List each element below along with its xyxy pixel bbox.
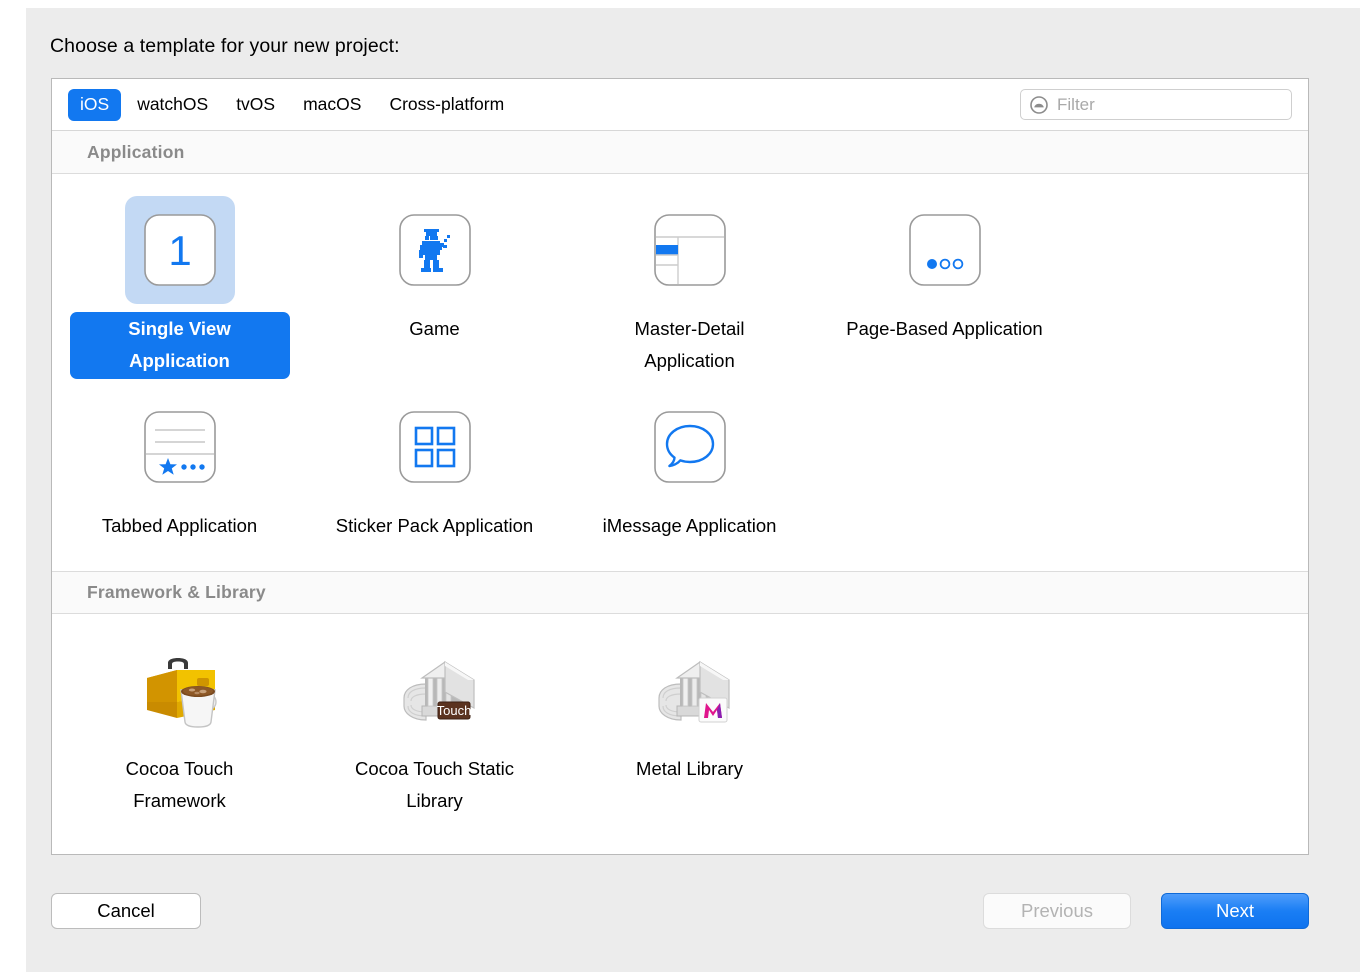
template-icon-wrap — [125, 393, 235, 501]
library-metal-icon — [657, 661, 730, 723]
tab-tvos[interactable]: tvOS — [224, 89, 287, 121]
tab-macos[interactable]: macOS — [291, 89, 373, 121]
template-icon-wrap: 1 — [124, 196, 235, 304]
tab-cross-platform[interactable]: Cross-platform — [377, 89, 516, 121]
template-browser: iOS watchOS tvOS macOS Cross-platform Fi… — [51, 78, 1309, 855]
tab-ios[interactable]: iOS — [68, 89, 122, 121]
template-label: Tabbed Application — [101, 514, 258, 536]
template-label: Single View Application — [69, 312, 290, 379]
section-header-label: Application — [87, 141, 185, 162]
template-page-based-application[interactable]: Page-Based Application — [817, 186, 1072, 383]
platform-tabs: iOS watchOS tvOS macOS Cross-platform — [68, 79, 516, 131]
section-header-application: Application — [52, 131, 1308, 174]
page-based-icon — [908, 214, 981, 286]
template-icon-wrap — [635, 196, 745, 304]
template-label: Game — [409, 318, 460, 339]
template-label: Metal Library — [636, 758, 743, 780]
page-title: Choose a template for your new project: — [50, 35, 400, 57]
template-icon-wrap — [380, 196, 490, 304]
imessage-icon — [653, 410, 726, 483]
template-cocoa-touch-static-library[interactable]: Touch Cocoa Touch Static Library — [307, 626, 562, 823]
svg-text:1: 1 — [168, 227, 191, 274]
framework-template-grid: Cocoa Touch Framework Touch Cocoa Touch … — [52, 614, 1308, 847]
new-project-template-dialog: Choose a template for your new project: … — [26, 8, 1360, 972]
template-label: Page-Based Application — [846, 318, 1043, 339]
filter-icon — [1030, 95, 1048, 114]
template-icon-wrap — [635, 636, 745, 744]
section-header-framework-library: Framework & Library — [52, 571, 1308, 615]
single-view-icon: 1 — [143, 214, 216, 286]
template-metal-library[interactable]: Metal Library — [562, 626, 817, 823]
template-icon-wrap — [125, 636, 235, 744]
game-robot-icon — [398, 214, 471, 286]
template-label: Cocoa Touch Static Library — [354, 758, 515, 812]
sticker-pack-icon — [398, 410, 471, 483]
template-icon-wrap: Touch — [380, 636, 490, 744]
template-sticker-pack-application[interactable]: Sticker Pack Application — [307, 383, 562, 548]
template-icon-wrap — [380, 393, 490, 501]
master-detail-icon — [653, 214, 726, 286]
platform-tabbar: iOS watchOS tvOS macOS Cross-platform Fi… — [52, 79, 1308, 131]
library-badge-text: Touch — [436, 703, 471, 718]
filter-placeholder: Filter — [1057, 95, 1095, 114]
grid-spacer — [817, 626, 1072, 823]
toolbox-coffee-icon — [146, 658, 217, 729]
template-label: Master-Detail Application — [634, 318, 745, 371]
next-button[interactable]: Next — [1161, 893, 1309, 929]
previous-button[interactable]: Previous — [983, 893, 1131, 929]
template-single-view-application[interactable]: 1 Single View Application — [52, 186, 307, 383]
template-master-detail-application[interactable]: Master-Detail Application — [562, 186, 817, 383]
grid-spacer — [307, 547, 562, 561]
section-header-label: Framework & Library — [87, 582, 266, 603]
grid-spacer — [817, 383, 1072, 548]
tabbed-icon — [143, 410, 216, 483]
grid-spacer — [52, 547, 307, 561]
tab-watchos[interactable]: watchOS — [125, 89, 220, 121]
template-imessage-application[interactable]: iMessage Application — [562, 383, 817, 548]
template-icon-wrap — [890, 196, 1000, 304]
template-cocoa-touch-framework[interactable]: Cocoa Touch Framework — [52, 626, 307, 823]
template-tabbed-application[interactable]: Tabbed Application — [52, 383, 307, 548]
template-label: Sticker Pack Application — [335, 514, 534, 536]
cancel-button[interactable]: Cancel — [51, 893, 201, 929]
application-template-grid: 1 Single View Application Game Master-De… — [52, 174, 1308, 571]
template-game[interactable]: Game — [307, 186, 562, 383]
template-label: iMessage Application — [602, 514, 777, 536]
template-icon-wrap — [635, 393, 745, 501]
grid-spacer — [52, 823, 307, 837]
template-label: Cocoa Touch Framework — [125, 758, 234, 812]
library-touch-icon: Touch — [402, 661, 475, 722]
filter-input[interactable]: Filter — [1020, 89, 1292, 120]
